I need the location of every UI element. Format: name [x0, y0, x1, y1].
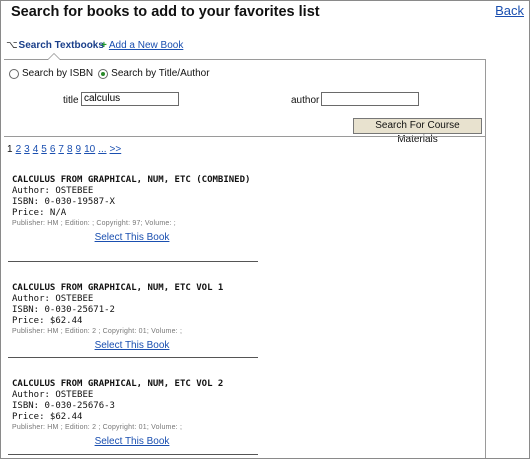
page-current: 1	[7, 144, 13, 155]
tab-add-new-book[interactable]: + Add a New Book	[101, 40, 183, 51]
search-mode-group: Search by ISBN Search by Title/Author	[9, 68, 210, 79]
book-title: CALCULUS FROM GRAPHICAL, NUM, ETC VOL 1	[12, 283, 224, 293]
book-title: CALCULUS FROM GRAPHICAL, NUM, ETC VOL 2	[12, 379, 224, 389]
author-label: author	[291, 95, 320, 106]
search-panel: Search by ISBN Search by Title/Author ti…	[4, 53, 486, 458]
book-meta: Publisher: HM ; Edition: 2 ; Copyright: …	[12, 424, 183, 431]
active-tab-pointer	[47, 53, 61, 60]
page-title: Search for books to add to your favorite…	[11, 4, 320, 20]
select-book-link[interactable]: Select This Book	[12, 436, 252, 447]
divider	[4, 136, 485, 137]
radio-search-by-title-author[interactable]	[98, 68, 109, 79]
page-link[interactable]: 6	[50, 144, 56, 155]
page-link[interactable]: 9	[76, 144, 82, 155]
book-price: Price: $62.44	[12, 412, 83, 422]
book-isbn: ISBN: 0-030-19587-X	[12, 197, 115, 207]
page-link[interactable]: 3	[24, 144, 30, 155]
author-input[interactable]	[321, 92, 419, 106]
result-item: CALCULUS FROM GRAPHICAL, NUM, ETC VOL 2 …	[12, 379, 260, 447]
plus-icon: +	[101, 40, 107, 51]
book-meta: Publisher: HM ; Edition: 2 ; Copyright: …	[12, 328, 183, 335]
select-book-link[interactable]: Select This Book	[12, 232, 252, 243]
book-isbn: ISBN: 0-030-25671-2	[12, 305, 115, 315]
book-price: Price: N/A	[12, 208, 67, 218]
select-book-link[interactable]: Select This Book	[12, 340, 252, 351]
tab-search-textbooks-label: Search Textbooks	[18, 40, 104, 51]
result-divider	[8, 261, 258, 262]
result-divider	[8, 357, 258, 358]
page-more-link[interactable]: ...	[98, 144, 106, 155]
book-author: Author: OSTEBEE	[12, 294, 94, 304]
result-item: CALCULUS FROM GRAPHICAL, NUM, ETC VOL 1 …	[12, 283, 260, 351]
tab-add-new-book-label: Add a New Book	[108, 40, 184, 51]
page-link[interactable]: 10	[84, 144, 95, 155]
title-input[interactable]: calculus	[81, 92, 179, 106]
search-course-materials-button[interactable]: Search For Course Materials	[353, 118, 482, 145]
back-link[interactable]: Back	[495, 3, 524, 18]
result-divider	[8, 454, 258, 455]
title-label: title	[63, 95, 79, 106]
radio-title-author-label: Search by Title/Author	[111, 68, 210, 79]
radio-isbn-label: Search by ISBN	[22, 68, 94, 79]
book-author: Author: OSTEBEE	[12, 390, 94, 400]
page-link[interactable]: 8	[67, 144, 73, 155]
key-icon: ⌥	[6, 40, 18, 51]
page-link[interactable]: 2	[16, 144, 22, 155]
result-item: CALCULUS FROM GRAPHICAL, NUM, ETC (COMBI…	[12, 175, 260, 243]
page-link[interactable]: 5	[41, 144, 47, 155]
tab-search-textbooks[interactable]: ⌥Search Textbooks	[6, 40, 104, 51]
book-title: CALCULUS FROM GRAPHICAL, NUM, ETC (COMBI…	[12, 175, 251, 185]
book-author: Author: OSTEBEE	[12, 186, 94, 196]
book-price: Price: $62.44	[12, 316, 83, 326]
page-link[interactable]: 4	[33, 144, 39, 155]
pagination: 1 2 3 4 5 6 7 8 9 10... >>	[7, 144, 124, 155]
book-meta: Publisher: HM ; Edition: ; Copyright: 97…	[12, 220, 176, 227]
radio-search-by-isbn[interactable]	[9, 68, 19, 79]
book-isbn: ISBN: 0-030-25676-3	[12, 401, 115, 411]
page-next-link[interactable]: >>	[110, 144, 122, 155]
page-link[interactable]: 7	[58, 144, 64, 155]
